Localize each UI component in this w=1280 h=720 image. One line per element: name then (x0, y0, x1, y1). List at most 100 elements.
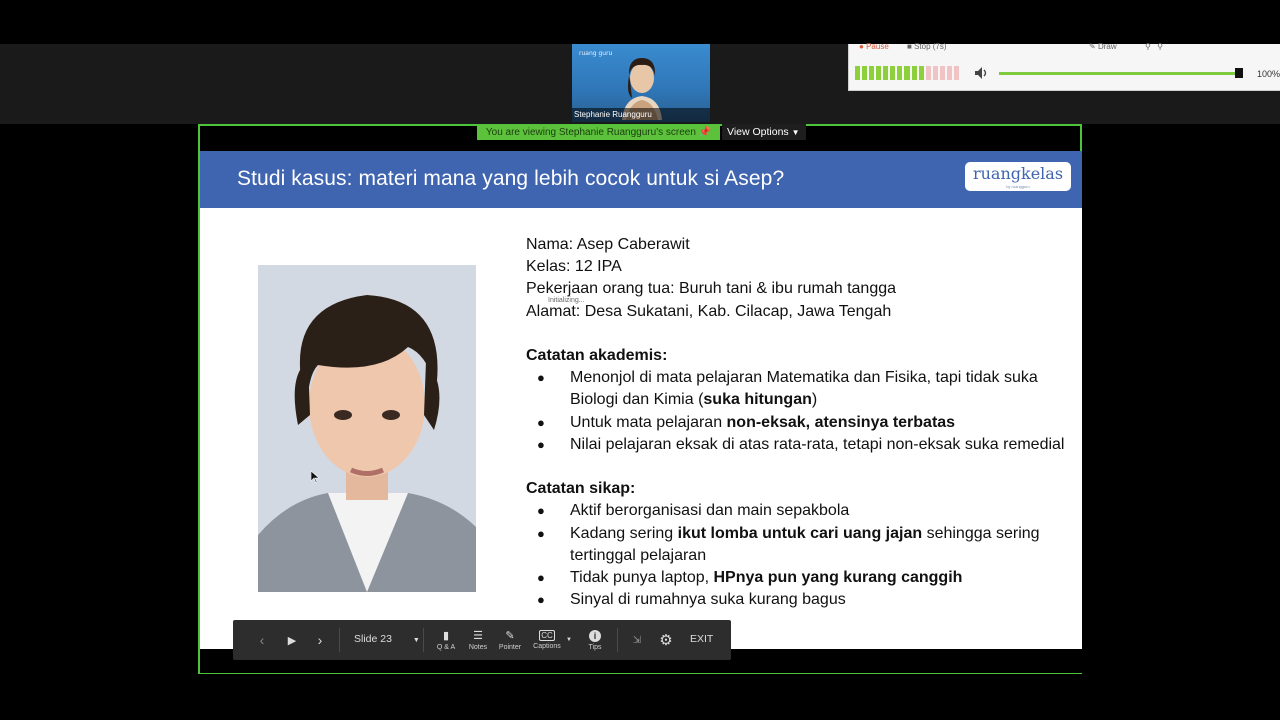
play-icon: ▶ (287, 634, 297, 647)
info-icon: i (589, 629, 601, 642)
profile-line: Nama: Asep Caberawit (526, 236, 690, 253)
attitude-note-item: Tidak punya laptop, HPnya pun yang kuran… (526, 567, 1071, 589)
attitude-note-item: Sinyal di rumahnya suka kurang bagus (526, 589, 1071, 611)
draw-button[interactable]: ✎ Draw (1089, 42, 1117, 51)
pointer-button[interactable]: ✎ Pointer (497, 620, 523, 660)
meter-segment (883, 66, 889, 80)
stop-icon: ■ (907, 42, 912, 51)
toolbar-divider (617, 628, 618, 652)
volume-icon[interactable] (973, 65, 989, 81)
meter-segment (862, 66, 868, 80)
tips-button[interactable]: i Tips (585, 620, 605, 660)
volume-slider[interactable] (999, 72, 1237, 75)
meter-segment (904, 66, 910, 80)
ruangkelas-logo: ruangkelas by ruangguru (965, 162, 1071, 191)
speaker-name-label: Stephanie Ruangguru (572, 108, 710, 122)
collapse-icon: ⇲ (632, 634, 642, 646)
attitude-notes-list: Aktif berorganisasi dan main sepakbola Ka… (526, 500, 1071, 611)
emphasized-text: ikut lomba untuk cari uang jajan (677, 524, 923, 542)
exit-fullscreen-button[interactable]: ⇲ (630, 620, 644, 660)
top-black-bar (0, 0, 1280, 44)
meter-segment (869, 66, 875, 80)
pen-icon: ✎ (1089, 42, 1096, 51)
profile-line: Pekerjaan orang tua: Buruh tani & ibu ru… (526, 280, 897, 298)
captions-icon: CC (539, 630, 555, 641)
attitude-note-item: Aktif berorganisasi dan main sepakbola (526, 500, 1071, 522)
screen-share-banner: You are viewing Stephanie Ruangguru's sc… (477, 125, 720, 140)
slide-title: Studi kasus: materi mana yang lebih coco… (237, 167, 785, 190)
logo-subtitle: by ruangguru (1006, 184, 1030, 189)
note-text: Untuk mata pelajaran (570, 413, 727, 431)
meter-segment (925, 66, 931, 80)
zoom-tools[interactable]: ⚲ ⚲ (1145, 42, 1165, 51)
academic-heading: Catatan akademis: (526, 347, 668, 364)
chat-icon: ▮ (442, 630, 450, 642)
note-text: ) (811, 391, 818, 409)
view-options-button[interactable]: View Options ▼ (722, 124, 806, 140)
chevron-left-icon: ‹ (259, 632, 265, 648)
emphasized-text: HPnya pun yang kurang canggih (713, 569, 963, 587)
meter-segment (918, 66, 924, 80)
pin-icon: 📌 (698, 127, 712, 138)
recording-panel: ● Pause ■ Stop (7s) ✎ Draw ⚲ ⚲ 100% (848, 42, 1280, 91)
student-info: Nama: Asep Caberawit Kelas: 12 IPA Pekerja… (526, 234, 1071, 612)
toolbar-divider (339, 628, 340, 652)
meter-segment (876, 66, 882, 80)
presentation-slide: Studi kasus: materi mana yang lebih coco… (200, 151, 1082, 649)
profile-list: Nama: Asep Caberawit Kelas: 12 IPA Pekerja… (526, 234, 1071, 323)
zoom-level: 100% (1257, 69, 1280, 79)
speaker-brand-logo: ruang guru (579, 50, 613, 57)
stop-button[interactable]: ■ Stop (7s) (907, 42, 947, 51)
slide-selector[interactable]: Slide 23 ▼ (354, 633, 420, 645)
meter-segment (897, 66, 903, 80)
profile-line: Kelas: 12 IPA (526, 258, 622, 276)
profile-line: Alamat: Desa Sukatani, Kab. Cilacap, Jaw… (526, 302, 892, 320)
captions-options-button[interactable]: ▼ (565, 620, 573, 660)
note-text: Nilai pelajaran eksak di atas rata-rata,… (570, 435, 1065, 453)
note-text: Kadang sering (570, 524, 678, 542)
meter-segment (946, 66, 952, 80)
note-text: Tidak punya laptop, (570, 569, 714, 587)
emphasized-text: non-eksak, atensinya terbatas (726, 413, 956, 431)
presentation-toolbar: ‹ ▶ › Slide 23 ▼ ▮ Q & A ☰ Notes ✎ Point… (233, 620, 731, 660)
meter-segment (939, 66, 945, 80)
play-button[interactable]: ▶ (285, 620, 299, 660)
meter-segment (932, 66, 938, 80)
settings-button[interactable]: ⚙ (657, 620, 675, 660)
meter-segment (855, 66, 861, 80)
attitude-note-item: Kadang sering ikut lomba untuk cari uang… (526, 523, 1071, 567)
academic-notes-list: Menonjol di mata pelajaran Matematika da… (526, 367, 1071, 456)
toolbar-divider (423, 628, 424, 652)
exit-button[interactable]: EXIT (690, 633, 713, 645)
note-text: Aktif berorganisasi dan main sepakbola (570, 502, 850, 520)
next-slide-button[interactable]: › (313, 620, 327, 660)
pause-icon: ● (859, 42, 864, 51)
audio-level-meter (855, 66, 959, 80)
notes-icon: ☰ (473, 630, 483, 642)
caret-down-icon: ▼ (566, 637, 572, 643)
meter-segment (911, 66, 917, 80)
zoom-out-icon[interactable]: ⚲ (1157, 42, 1165, 51)
academic-note-item: Menonjol di mata pelajaran Matematika da… (526, 367, 1071, 411)
notes-button[interactable]: ☰ Notes (465, 620, 491, 660)
academic-note-item: Nilai pelajaran eksak di atas rata-rata,… (526, 434, 1071, 456)
previous-slide-button[interactable]: ‹ (255, 620, 269, 660)
chevron-down-icon: ▼ (791, 128, 800, 137)
chevron-right-icon: › (317, 632, 323, 648)
recording-controls-row: ● Pause ■ Stop (7s) ✎ Draw ⚲ ⚲ (849, 42, 1280, 54)
academic-note-item: Untuk mata pelajaran non-eksak, atensiny… (526, 412, 1071, 434)
note-text: Sinyal di rumahnya suka kurang bagus (570, 591, 846, 609)
speaker-video-thumbnail[interactable]: ruang guru Stephanie Ruangguru (572, 44, 710, 122)
mouse-cursor-icon (311, 471, 319, 483)
qa-button[interactable]: ▮ Q & A (434, 620, 458, 660)
emphasized-text: suka hitungan (703, 391, 812, 409)
pause-button[interactable]: ● Pause (859, 42, 889, 51)
pointer-icon: ✎ (505, 630, 515, 642)
caret-down-icon: ▼ (412, 637, 420, 644)
meter-segment (953, 66, 959, 80)
meter-segment (890, 66, 896, 80)
captions-button[interactable]: CC Captions (531, 620, 563, 660)
volume-slider-handle[interactable] (1235, 68, 1243, 78)
student-photo (258, 265, 476, 592)
zoom-in-icon[interactable]: ⚲ (1145, 42, 1153, 51)
